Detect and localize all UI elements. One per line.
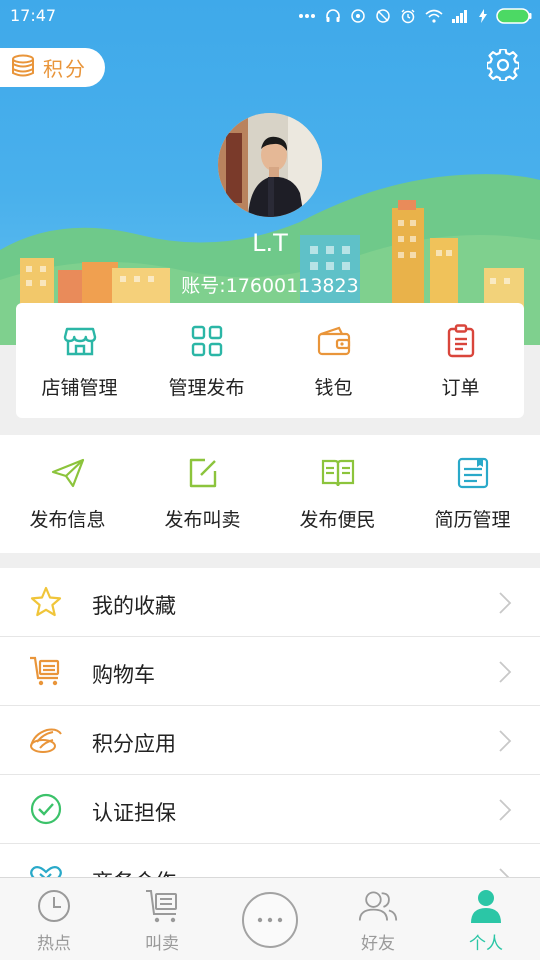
- charging-icon: [479, 9, 487, 23]
- wifi-icon: [425, 9, 443, 23]
- user-avatar[interactable]: [218, 113, 322, 217]
- chevron-right-icon: [499, 661, 512, 683]
- person-icon: [466, 886, 506, 926]
- list-item-points-apps[interactable]: 积分应用: [0, 706, 540, 775]
- edit-icon: [185, 455, 221, 491]
- status-icons: [298, 4, 532, 28]
- star-icon: [28, 584, 64, 620]
- store-icon: [62, 323, 98, 359]
- cart-icon: [28, 653, 64, 689]
- store-manage-label: 店铺管理: [41, 377, 118, 399]
- handshake-icon: [28, 860, 64, 878]
- more-dots-icon: [298, 13, 316, 19]
- points-label: 积分: [43, 57, 87, 81]
- nav-sell-label: 叫卖: [145, 934, 179, 954]
- publish-sell-label: 发布叫卖: [164, 509, 241, 531]
- settings-list: 我的收藏 购物车 积分应用 认证担保: [0, 568, 540, 878]
- list-item-business[interactable]: 商务合作: [0, 844, 540, 878]
- list-item-favorites[interactable]: 我的收藏: [0, 568, 540, 637]
- friends-icon: [358, 886, 398, 926]
- manage-posts-label: 管理发布: [168, 377, 245, 399]
- status-bar: 17:47: [0, 0, 540, 32]
- status-time: 17:47: [10, 6, 57, 25]
- wallet-icon: [316, 323, 352, 359]
- grid-icon: [189, 323, 225, 359]
- gear-icon: [485, 47, 521, 85]
- nav-me-label: 个人: [469, 934, 503, 954]
- coin-stack-icon: [10, 53, 36, 83]
- cart-label: 购物车: [92, 663, 155, 687]
- nav-friends[interactable]: 好友: [324, 878, 432, 960]
- bottom-navigation: 热点 叫卖 好友 个人: [0, 877, 540, 960]
- resume-manage-label: 简历管理: [434, 509, 511, 531]
- account-number: 17600113823: [225, 275, 359, 297]
- dnd-icon: [375, 8, 391, 24]
- clock-icon: [34, 886, 74, 926]
- publish-sell-button[interactable]: 发布叫卖: [135, 435, 270, 553]
- points-button[interactable]: 积分: [0, 48, 105, 87]
- orders-button[interactable]: 订单: [397, 303, 524, 418]
- signal-icon: [452, 9, 470, 23]
- verification-label: 认证担保: [92, 801, 176, 825]
- headphones-icon: [325, 8, 341, 24]
- publish-info-label: 发布信息: [29, 509, 106, 531]
- wallet-label: 钱包: [314, 377, 353, 399]
- chevron-right-icon: [499, 799, 512, 821]
- clipboard-icon: [443, 323, 479, 359]
- publish-menu: 发布信息 发布叫卖 发布便民 简历管理: [0, 435, 540, 553]
- nav-friends-label: 好友: [361, 934, 395, 954]
- account-info: 账号:17600113823: [0, 271, 540, 298]
- profile-header: 17:47 积分 L.T 账号:17600113823: [0, 0, 540, 345]
- resume-manage-button[interactable]: 简历管理: [405, 435, 540, 553]
- nav-sell[interactable]: 叫卖: [108, 878, 216, 960]
- paper-plane-icon: [50, 455, 86, 491]
- publish-service-button[interactable]: 发布便民: [270, 435, 405, 553]
- alarm-icon: [400, 8, 416, 24]
- chevron-right-icon: [499, 730, 512, 752]
- nav-me[interactable]: 个人: [432, 878, 540, 960]
- cart-icon: [142, 886, 182, 926]
- publish-info-button[interactable]: 发布信息: [0, 435, 135, 553]
- orders-label: 订单: [441, 377, 480, 399]
- store-manage-button[interactable]: 店铺管理: [16, 303, 143, 418]
- manage-posts-button[interactable]: 管理发布: [143, 303, 270, 418]
- nav-hot[interactable]: 热点: [0, 878, 108, 960]
- settings-button[interactable]: [484, 47, 522, 86]
- book-icon: [320, 455, 356, 491]
- location-icon: [350, 8, 366, 24]
- points-apps-label: 积分应用: [92, 732, 176, 756]
- chevron-right-icon: [499, 592, 512, 614]
- wallet-button[interactable]: 钱包: [270, 303, 397, 418]
- check-circle-icon: [28, 791, 64, 827]
- nav-hot-label: 热点: [37, 934, 71, 954]
- resume-icon: [455, 455, 491, 491]
- list-item-cart[interactable]: 购物车: [0, 637, 540, 706]
- coins-icon: [28, 722, 64, 758]
- chat-bubble-icon: [242, 892, 298, 948]
- publish-service-label: 发布便民: [299, 509, 376, 531]
- list-item-verification[interactable]: 认证担保: [0, 775, 540, 844]
- username: L.T: [252, 229, 288, 257]
- avatar-photo: [218, 113, 322, 217]
- battery-icon: [496, 8, 532, 24]
- account-prefix: 账号:: [181, 275, 226, 297]
- favorites-label: 我的收藏: [92, 594, 176, 618]
- store-management-card: 店铺管理 管理发布 钱包 订单: [16, 303, 524, 418]
- nav-chat[interactable]: [216, 878, 324, 960]
